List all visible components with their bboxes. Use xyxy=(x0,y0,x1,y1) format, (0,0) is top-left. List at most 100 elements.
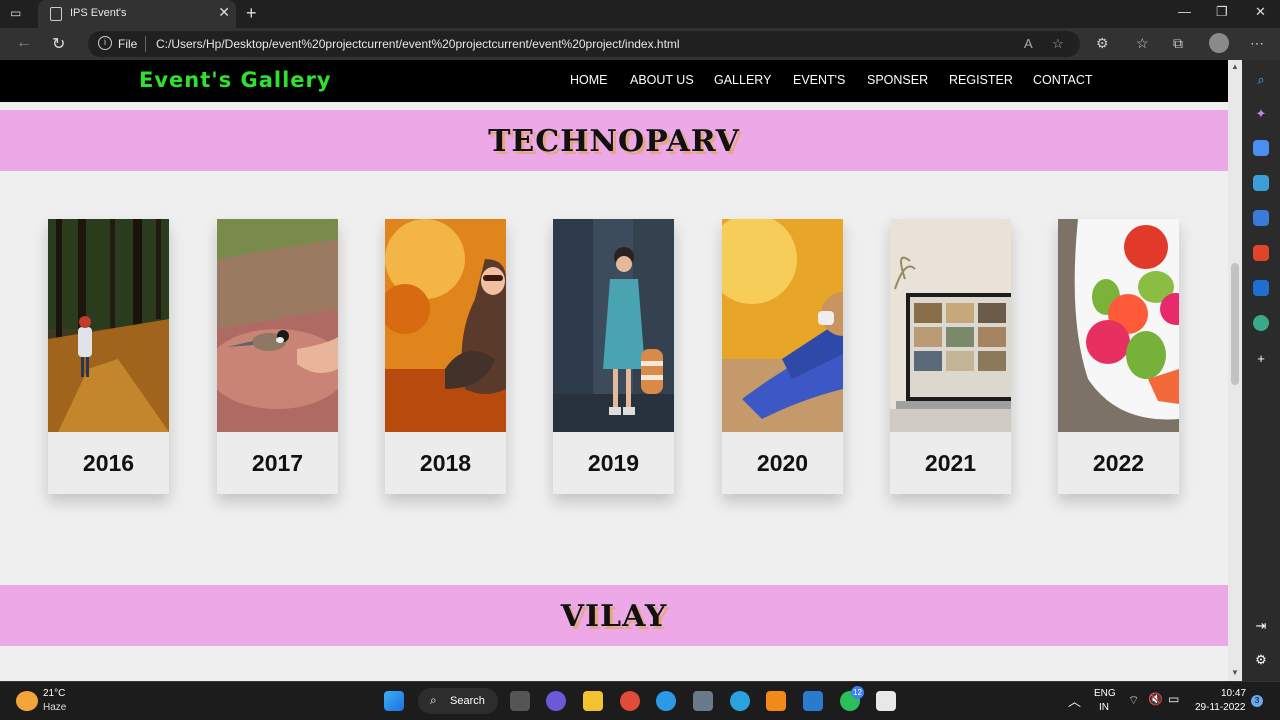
favorites-icon[interactable]: ☆ xyxy=(1136,35,1149,52)
nav-gallery[interactable]: GALLERY xyxy=(714,73,771,87)
page-viewport: Event's Gallery HOME ABOUT US GALLERY EV… xyxy=(0,60,1228,681)
new-tab-button[interactable]: + xyxy=(246,3,257,24)
card-image xyxy=(217,219,338,432)
weather-condition: Haze xyxy=(43,702,67,713)
collections-icon[interactable]: ⧉ xyxy=(1173,35,1183,52)
refresh-icon[interactable]: ↻ xyxy=(52,34,65,54)
more-menu-icon[interactable]: ⋯ xyxy=(1250,35,1264,52)
edge-icon[interactable] xyxy=(656,691,676,711)
scroll-down-icon[interactable]: ▼ xyxy=(1231,668,1239,677)
nav-home[interactable]: HOME xyxy=(570,73,608,87)
weather-temp: 21°C xyxy=(43,688,66,699)
address-divider xyxy=(145,36,146,52)
card-image xyxy=(48,219,169,432)
favorite-add-icon[interactable]: ☆ xyxy=(1052,36,1064,52)
nav-about-us[interactable]: ABOUT US xyxy=(630,73,694,87)
windows-taskbar: 21°C Haze ⌕ Search 12 ︿ ENG IN ⌔ 🔇 ▭ 10:… xyxy=(0,681,1280,720)
card-image xyxy=(385,219,506,432)
browser-tab-strip: ▭ IPS Event's ✕ + — ❐ ✕ xyxy=(0,0,1280,28)
address-url[interactable]: C:/Users/Hp/Desktop/event%20projectcurre… xyxy=(156,37,680,51)
volume-muted-icon[interactable]: 🔇 xyxy=(1148,692,1163,706)
office-icon[interactable] xyxy=(1253,245,1269,261)
back-icon[interactable]: ← xyxy=(16,34,32,52)
clock-time[interactable]: 10:47 xyxy=(1221,688,1246,699)
nav-contact[interactable]: CONTACT xyxy=(1033,73,1093,87)
section-title: VILAY xyxy=(560,599,668,634)
outlook-icon[interactable] xyxy=(1253,280,1269,296)
file-explorer-icon[interactable] xyxy=(583,691,603,711)
search-icon: ⌕ xyxy=(430,693,437,707)
gallery-card[interactable]: 2018 xyxy=(385,219,506,494)
nav-register[interactable]: REGISTER xyxy=(949,73,1013,87)
taskbar-search[interactable]: ⌕ Search xyxy=(418,688,498,714)
card-year: 2016 xyxy=(82,450,135,476)
drop-icon[interactable] xyxy=(1253,315,1269,331)
tab-actions-icon[interactable]: ▭ xyxy=(10,6,26,22)
close-tab-icon[interactable]: ✕ xyxy=(218,4,230,21)
battery-icon[interactable]: ▭ xyxy=(1168,692,1179,706)
page-scrollbar[interactable]: ▲ ▼ xyxy=(1228,60,1242,681)
shopping-icon[interactable] xyxy=(1253,140,1269,156)
language-region: IN xyxy=(1099,702,1109,713)
gallery-card[interactable]: 2016 xyxy=(48,219,169,494)
settings-icon[interactable]: ⚙ xyxy=(1253,652,1269,668)
scroll-thumb[interactable] xyxy=(1231,263,1239,385)
site-brand[interactable]: Event's Gallery xyxy=(139,68,332,92)
games-icon[interactable] xyxy=(1253,210,1269,226)
edge-sidebar: ⌕ ✦ + ⇥ ⚙ xyxy=(1242,60,1280,681)
section-banner: VILAY xyxy=(0,585,1228,646)
copilot-icon[interactable]: ✦ xyxy=(1253,106,1269,122)
site-navbar: Event's Gallery HOME ABOUT US GALLERY EV… xyxy=(0,60,1228,102)
browser-tab[interactable]: IPS Event's ✕ xyxy=(38,0,236,28)
camera-icon[interactable] xyxy=(693,691,713,711)
section-title: TECHNOPARV xyxy=(488,124,740,159)
card-year: 2019 xyxy=(587,450,640,476)
nav-events[interactable]: EVENT'S xyxy=(793,73,845,87)
card-year: 2017 xyxy=(251,450,304,476)
maximize-icon[interactable]: ❐ xyxy=(1216,4,1228,20)
add-icon[interactable]: + xyxy=(1253,351,1269,367)
address-bar[interactable]: i File C:/Users/Hp/Desktop/event%20proje… xyxy=(88,31,1080,57)
vlc-icon[interactable] xyxy=(766,691,786,711)
start-icon[interactable] xyxy=(384,691,404,711)
tray-chevron-icon[interactable]: ︿ xyxy=(1068,691,1081,710)
profile-avatar[interactable] xyxy=(1209,33,1229,53)
section-banner: TECHNOPARV xyxy=(0,110,1228,171)
card-image xyxy=(890,219,1011,432)
search-label: Search xyxy=(450,695,485,707)
address-scheme: File xyxy=(118,37,138,51)
weather-icon[interactable] xyxy=(16,691,38,711)
close-window-icon[interactable]: ✕ xyxy=(1255,4,1266,20)
vscode-icon[interactable] xyxy=(803,691,823,711)
extensions-icon[interactable]: ⚙ xyxy=(1096,35,1109,52)
task-view-icon[interactable] xyxy=(510,691,530,711)
telegram-icon[interactable] xyxy=(730,691,750,711)
info-icon[interactable]: i xyxy=(98,36,112,50)
read-aloud-icon[interactable]: A xyxy=(1024,36,1033,51)
gallery-card[interactable]: 2021 xyxy=(890,219,1011,494)
wifi-icon[interactable]: ⌔ xyxy=(1128,693,1139,708)
card-year: 2018 xyxy=(419,450,472,476)
tools-icon[interactable] xyxy=(1253,175,1269,191)
gallery-card[interactable]: 2019 xyxy=(553,219,674,494)
nav-sponser[interactable]: SPONSER xyxy=(867,73,928,87)
page-icon xyxy=(50,7,62,21)
gallery-card[interactable]: 2022 xyxy=(1058,219,1179,494)
notification-badge[interactable]: 3 xyxy=(1251,695,1263,707)
card-year: 2021 xyxy=(924,450,977,476)
hide-sidebar-icon[interactable]: ⇥ xyxy=(1253,618,1269,634)
card-image xyxy=(1058,219,1179,432)
scroll-up-icon[interactable]: ▲ xyxy=(1231,62,1239,71)
store-icon[interactable] xyxy=(876,691,896,711)
clock-date: 29-11-2022 xyxy=(1195,702,1246,713)
tab-title: IPS Event's xyxy=(70,7,127,19)
language-code[interactable]: ENG xyxy=(1094,688,1116,699)
chrome-icon[interactable] xyxy=(620,691,640,711)
gallery-card[interactable]: 2020 xyxy=(722,219,843,494)
search-icon[interactable]: ⌕ xyxy=(1253,72,1269,88)
card-year: 2022 xyxy=(1092,450,1145,476)
chat-icon[interactable] xyxy=(546,691,566,711)
card-image xyxy=(553,219,674,432)
minimize-icon[interactable]: — xyxy=(1178,4,1191,19)
gallery-card[interactable]: 2017 xyxy=(217,219,338,494)
